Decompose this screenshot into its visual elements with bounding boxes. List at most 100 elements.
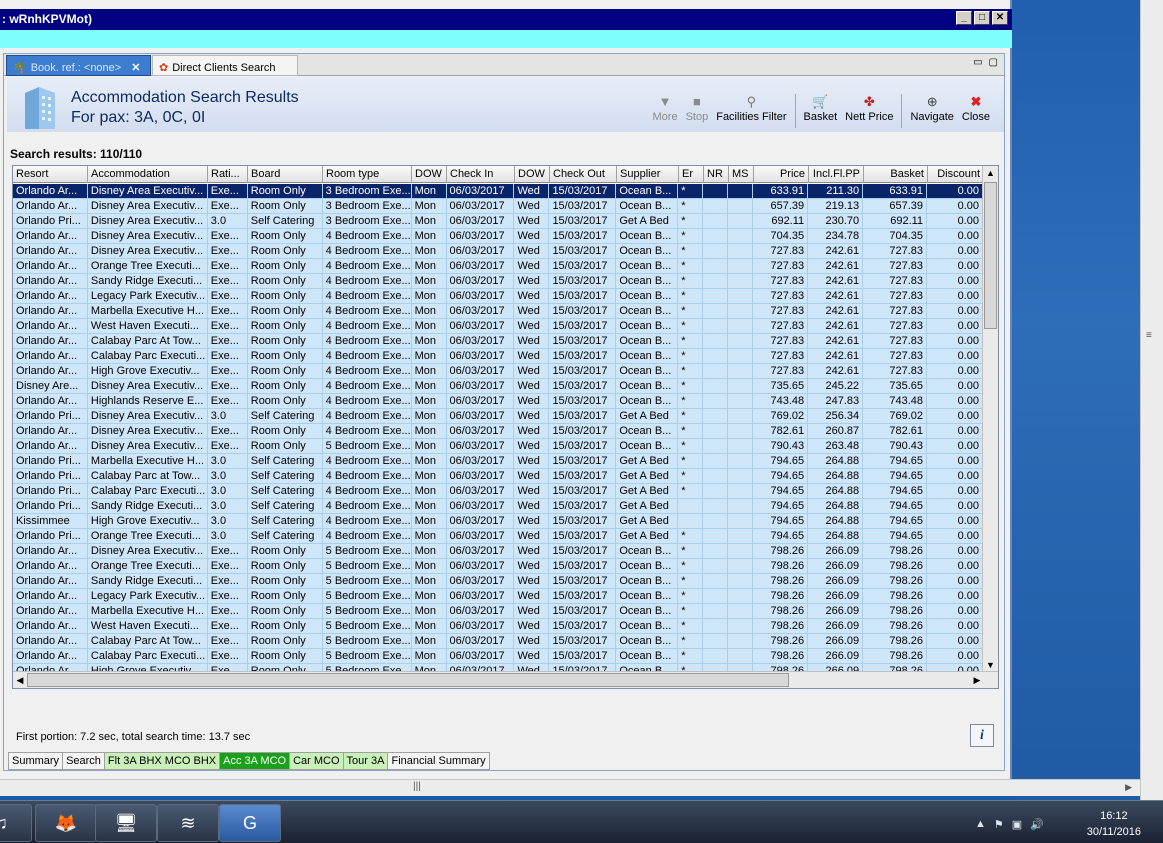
bottom-tab[interactable]: Acc 3A MCO <box>220 752 291 770</box>
table-cell: Sandy Ridge Executi... <box>88 499 208 513</box>
table-row[interactable]: Orlando Ar... Marbella Executive H... Exe.… <box>13 604 983 619</box>
column-header[interactable]: NR <box>704 166 729 183</box>
scroll-up-icon[interactable]: ▲ <box>983 166 998 181</box>
table-row[interactable]: Orlando Ar... Disney Area Executiv... Exe.… <box>13 544 983 559</box>
column-header[interactable]: DOW <box>515 166 550 183</box>
table-row[interactable]: Orlando Pri... Marbella Executive H... 3.0… <box>13 454 983 469</box>
table-row[interactable]: Orlando Pri... Disney Area Executiv... 3.0… <box>13 409 983 424</box>
outer-horizontal-scrollbar[interactable]: ||| ▶ <box>0 779 1140 796</box>
column-header[interactable]: Check Out <box>550 166 617 183</box>
more-button[interactable]: ▼ More <box>653 94 678 123</box>
bottom-tab[interactable]: Flt 3A BHX MCO BHX <box>104 752 221 770</box>
basket-button[interactable]: 🛒 Basket <box>804 94 838 123</box>
table-row[interactable]: Orlando Ar... Sandy Ridge Executi... Exe..… <box>13 274 983 289</box>
close-button[interactable]: ✖ Close <box>962 94 990 123</box>
column-header[interactable]: Rati... <box>208 166 248 183</box>
column-header[interactable]: Price <box>754 166 809 183</box>
column-header[interactable]: Basket <box>864 166 928 183</box>
maximize-icon[interactable]: □ <box>974 11 990 25</box>
table-row[interactable]: Orlando Ar... Disney Area Executiv... Exe.… <box>13 184 983 199</box>
column-header[interactable]: Board <box>248 166 323 183</box>
window-title-bar[interactable]: : wRnhKPVMot) _ □ ✕ <box>0 9 1012 30</box>
volume-icon[interactable]: 🔊 <box>1030 818 1044 831</box>
remote-desktop-icon[interactable]: 🖥 <box>95 804 157 842</box>
close-tab-icon[interactable]: ✕ <box>131 61 140 74</box>
table-row[interactable]: Orlando Ar... Orange Tree Executi... Exe..… <box>13 559 983 574</box>
table-row[interactable]: Orlando Pri... Calabay Parc Executi... 3.0… <box>13 484 983 499</box>
table-row[interactable]: Orlando Ar... West Haven Executi... Exe...… <box>13 319 983 334</box>
table-row[interactable]: Kissimmee High Grove Executiv... 3.0 Self C… <box>13 514 983 529</box>
bottom-tab[interactable]: Car MCO <box>290 752 344 770</box>
table-row[interactable]: Orlando Ar... Highlands Reserve E... Exe..… <box>13 394 983 409</box>
table-cell: Ocean B... <box>616 424 679 438</box>
outer-vertical-scrollbar[interactable]: ≡ <box>1140 0 1163 800</box>
tab-booking-ref[interactable]: 🌴 Book. ref.: <none> ✕ <box>6 55 151 76</box>
navigate-button[interactable]: ⊕ Navigate <box>910 94 953 123</box>
bottom-tab[interactable]: Search <box>63 752 105 770</box>
itunes-icon[interactable]: ♫ <box>0 804 32 842</box>
column-header[interactable]: Room type <box>323 166 412 183</box>
show-hidden-icons-icon[interactable]: ▲ <box>975 818 986 831</box>
table-row[interactable]: Orlando Ar... Calabay Parc At Tow... Exe..… <box>13 634 983 649</box>
scroll-right-icon[interactable]: ▶ <box>970 672 984 688</box>
table-row[interactable]: Orlando Ar... West Haven Executi... Exe...… <box>13 619 983 634</box>
table-row[interactable]: Orlando Ar... Legacy Park Executiv... Exe.… <box>13 289 983 304</box>
column-header[interactable]: Resort <box>13 166 88 183</box>
nett-price-button[interactable]: ✤ Nett Price <box>845 94 893 123</box>
table-row[interactable]: Orlando Pri... Sandy Ridge Executi... 3.0 S… <box>13 499 983 514</box>
table-row[interactable]: Orlando Ar... Disney Area Executiv... Exe.… <box>13 424 983 439</box>
minimize-view-icon[interactable]: ▭ <box>973 57 982 68</box>
table-row[interactable]: Orlando Pri... Disney Area Executiv... 3.0… <box>13 214 983 229</box>
action-center-icon[interactable]: ⚑ <box>994 818 1004 831</box>
page-title: Accommodation Search Results <box>71 89 299 106</box>
table-row[interactable]: Orlando Ar... Disney Area Executiv... Exe.… <box>13 244 983 259</box>
stop-button[interactable]: ■ Stop <box>686 94 709 123</box>
table-row[interactable]: Orlando Ar... Calabay Parc Executi... Exe.… <box>13 349 983 364</box>
vertical-scroll-thumb[interactable] <box>984 182 997 329</box>
column-header[interactable]: MS <box>729 166 754 183</box>
scroll-left-icon[interactable]: ◀ <box>13 672 27 688</box>
network-icon[interactable]: ▣ <box>1012 818 1022 831</box>
table-row[interactable]: Orlando Ar... Legacy Park Executiv... Exe.… <box>13 589 983 604</box>
minimize-icon[interactable]: _ <box>956 11 972 25</box>
column-header[interactable]: Incl.Fl.PP <box>809 166 864 183</box>
horizontal-scroll-thumb[interactable] <box>27 673 789 687</box>
tab-direct-clients-search[interactable]: ✿ Direct Clients Search <box>152 55 298 76</box>
close-icon[interactable]: ✕ <box>992 11 1008 25</box>
maximize-view-icon[interactable]: ▢ <box>989 57 998 68</box>
table-row[interactable]: Orlando Ar...High Grove Executiv...Exe..… <box>13 364 983 379</box>
table-vertical-scrollbar[interactable]: ▲ ▼ <box>982 166 998 673</box>
table-row[interactable]: Orlando Ar... Calabay Parc Executi... Exe.… <box>13 649 983 664</box>
bottom-tab[interactable]: Summary <box>8 752 64 770</box>
table-cell: * <box>678 214 704 228</box>
table-row[interactable]: Orlando Ar... Disney Area Executiv... Exe.… <box>13 439 983 454</box>
column-header[interactable]: Accommodation <box>88 166 208 183</box>
column-header[interactable]: DOW <box>412 166 447 183</box>
table-row[interactable]: Orlando Ar... Sandy Ridge Executi... Exe..… <box>13 574 983 589</box>
facilities-filter-button[interactable]: ⚲ Facilities Filter <box>716 94 786 123</box>
column-header[interactable]: Supplier <box>617 166 679 183</box>
table-row[interactable]: Orlando Pri... Calabay Parc at Tow... 3.0 S… <box>13 469 983 484</box>
table-row[interactable]: Disney Are...Disney Area Executiv...Exe.… <box>13 379 983 394</box>
info-button[interactable]: i <box>970 724 994 747</box>
firefox-icon[interactable]: 🦊 <box>35 804 97 842</box>
column-header[interactable]: Discount <box>928 166 984 183</box>
bottom-tab[interactable]: Tour 3A <box>343 752 389 770</box>
column-header[interactable]: Er <box>679 166 704 183</box>
table-row[interactable]: Orlando Ar... Disney Area Executiv... Exe.… <box>13 229 983 244</box>
table-cell: 15/03/2017 <box>549 364 617 378</box>
table-row[interactable]: Orlando Ar... Orange Tree Executi... Exe..… <box>13 259 983 274</box>
table-horizontal-scrollbar[interactable]: ◀ ▶ <box>13 671 998 688</box>
bottom-tab[interactable]: Financial Summary <box>388 752 490 770</box>
table-row[interactable]: Orlando Ar... Disney Area Executiv... Exe.… <box>13 199 983 214</box>
citrix-icon[interactable]: G <box>219 804 281 842</box>
column-header[interactable]: Check In <box>447 166 515 183</box>
table-row[interactable]: Orlando Ar... Marbella Executive H... Exe.… <box>13 304 983 319</box>
taskbar-clock[interactable]: 16:12 30/11/2016 <box>1087 808 1141 840</box>
table-cell: Ocean B... <box>616 244 679 258</box>
table-cell: Wed <box>514 199 550 213</box>
table-cell: 3.0 <box>208 454 248 468</box>
table-row[interactable]: Orlando Ar... Calabay Parc At Tow... Exe..… <box>13 334 983 349</box>
table-row[interactable]: Orlando Pri... Orange Tree Executi... 3.0 S… <box>13 529 983 544</box>
app-icon[interactable]: ≋ <box>157 804 219 842</box>
